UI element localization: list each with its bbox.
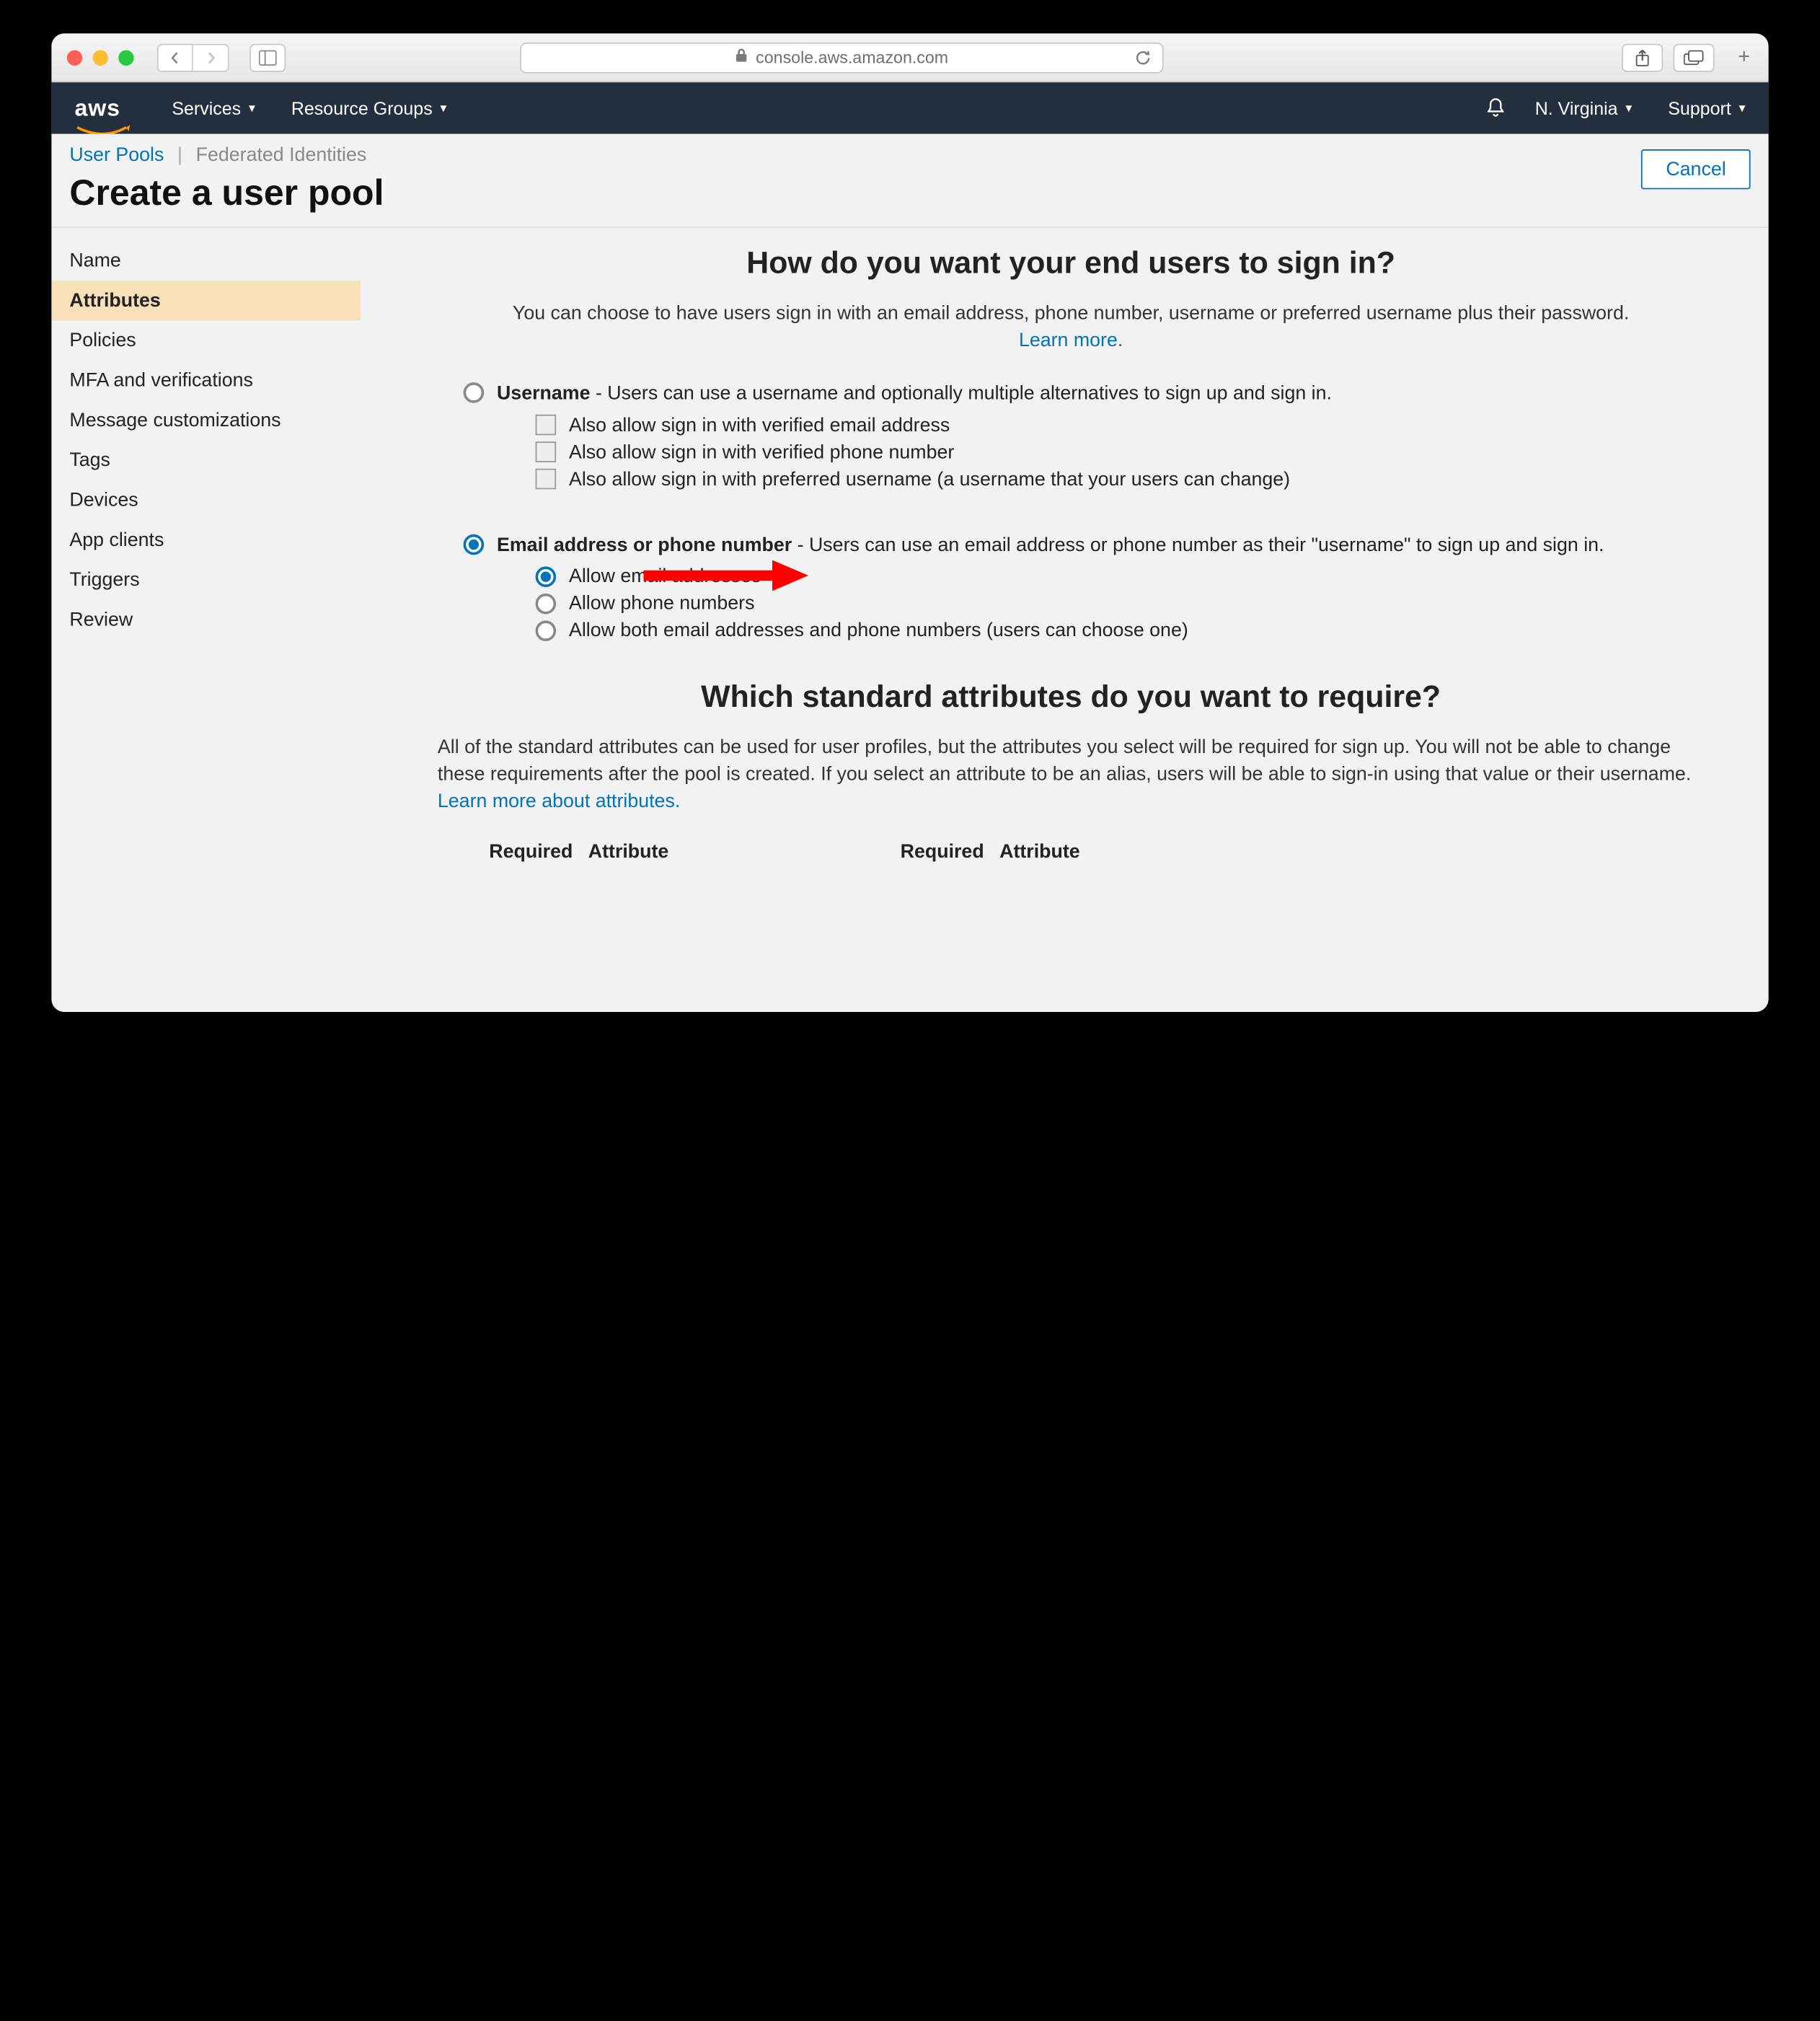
col-required-2: Required — [901, 841, 984, 863]
attrs-table-header: Required Attribute Required Attribute — [438, 841, 1704, 863]
cancel-button[interactable]: Cancel — [1641, 149, 1750, 189]
radio-username-label: Username - Users can use a username and … — [497, 380, 1332, 409]
nav-services-label: Services — [172, 98, 241, 119]
sidebar-item-review[interactable]: Review — [51, 600, 360, 640]
close-window-button[interactable] — [67, 50, 82, 65]
sidebar-item-devices[interactable]: Devices — [51, 480, 360, 520]
new-tab-button[interactable]: + — [1730, 43, 1758, 71]
checkbox[interactable] — [536, 441, 557, 462]
nav-services[interactable]: Services ▾ — [172, 98, 255, 119]
signin-option-username[interactable]: Username - Users can use a username and … — [464, 380, 1679, 409]
aws-top-nav: aws Services ▾ Resource Groups ▾ — [51, 82, 1768, 133]
page-header: User Pools | Federated Identities Create… — [51, 134, 1768, 228]
browser-titlebar: console.aws.amazon.com + — [51, 33, 1768, 82]
notifications-icon[interactable] — [1483, 97, 1506, 120]
chevron-down-icon: ▾ — [1625, 101, 1632, 115]
address-bar[interactable]: console.aws.amazon.com — [520, 42, 1164, 73]
sidebar-item-tags[interactable]: Tags — [51, 440, 360, 480]
nav-resource-groups-label: Resource Groups — [291, 98, 433, 119]
chevron-down-icon: ▾ — [440, 101, 446, 115]
check-verified-email[interactable]: Also allow sign in with verified email a… — [536, 414, 1705, 436]
nav-support-label: Support — [1668, 98, 1731, 119]
attrs-learn-more-link[interactable]: Learn more about attributes. — [438, 791, 680, 812]
toolbar-right: + — [1622, 43, 1758, 71]
attrs-heading: Which standard attributes do you want to… — [438, 679, 1704, 716]
checkbox[interactable] — [536, 415, 557, 436]
tabs-button[interactable] — [1674, 43, 1715, 71]
col-required: Required — [489, 841, 573, 863]
breadcrumb-user-pools[interactable]: User Pools — [69, 144, 164, 166]
breadcrumb-federated: Federated Identities — [196, 144, 367, 166]
back-button[interactable] — [157, 43, 193, 71]
sidebar-item-triggers[interactable]: Triggers — [51, 560, 360, 599]
share-button[interactable] — [1622, 43, 1663, 71]
nav-back-forward — [157, 43, 229, 71]
chevron-down-icon: ▾ — [249, 101, 255, 115]
sidebar-item-policies[interactable]: Policies — [51, 320, 360, 360]
page-body: Name Attributes Policies MFA and verific… — [51, 228, 1768, 1012]
sidebar-toggle-button[interactable] — [249, 43, 286, 71]
radio-username[interactable] — [464, 382, 485, 403]
sidebar-item-attributes[interactable]: Attributes — [51, 281, 360, 320]
page-title: Create a user pool — [69, 172, 1750, 213]
main-panel: How do you want your end users to sign i… — [361, 228, 1769, 1012]
col-attribute: Attribute — [588, 841, 669, 863]
zoom-window-button[interactable] — [118, 50, 133, 65]
checkbox[interactable] — [536, 469, 557, 490]
check-verified-phone[interactable]: Also allow sign in with verified phone n… — [536, 441, 1705, 462]
chevron-down-icon: ▾ — [1739, 101, 1745, 115]
browser-window: console.aws.amazon.com + — [51, 33, 1768, 1012]
nav-region-label: N. Virginia — [1535, 98, 1618, 119]
nav-support[interactable]: Support ▾ — [1668, 98, 1745, 119]
minimize-window-button[interactable] — [93, 50, 108, 65]
standard-attributes-section: Which standard attributes do you want to… — [438, 679, 1704, 862]
signin-heading: How do you want your end users to sign i… — [438, 246, 1704, 282]
wizard-sidebar: Name Attributes Policies MFA and verific… — [51, 228, 360, 1012]
sidebar-item-message-customizations[interactable]: Message customizations — [51, 400, 360, 440]
aws-logo[interactable]: aws — [75, 94, 120, 121]
nav-resource-groups[interactable]: Resource Groups ▾ — [291, 98, 447, 119]
sidebar-item-mfa[interactable]: MFA and verifications — [51, 361, 360, 400]
breadcrumb-sep: | — [177, 144, 182, 166]
signin-lead: You can choose to have users sign in wit… — [489, 300, 1653, 354]
annotation-arrow — [644, 556, 808, 595]
window-controls — [67, 50, 134, 65]
radio-allow-phone[interactable] — [536, 593, 557, 614]
aws-smile-icon — [75, 117, 120, 127]
sidebar-item-app-clients[interactable]: App clients — [51, 520, 360, 560]
col-attribute-2: Attribute — [999, 841, 1080, 863]
lock-icon — [735, 48, 748, 67]
sidebar-item-name[interactable]: Name — [51, 241, 360, 281]
url-host: console.aws.amazon.com — [756, 48, 948, 67]
radio-allow-email[interactable] — [536, 566, 557, 587]
nav-region[interactable]: N. Virginia ▾ — [1535, 98, 1633, 119]
attrs-lead: All of the standard attributes can be us… — [438, 734, 1704, 814]
radio-email-phone[interactable] — [464, 534, 485, 555]
reload-icon[interactable] — [1134, 48, 1152, 70]
sub-allow-phone[interactable]: Allow phone numbers — [536, 592, 1705, 614]
check-preferred-username[interactable]: Also allow sign in with preferred userna… — [536, 468, 1705, 490]
signin-learn-more-link[interactable]: Learn more. — [1019, 330, 1123, 351]
forward-button[interactable] — [193, 43, 229, 71]
sub-allow-both[interactable]: Allow both email addresses and phone num… — [536, 620, 1705, 641]
radio-allow-both[interactable] — [536, 620, 557, 640]
